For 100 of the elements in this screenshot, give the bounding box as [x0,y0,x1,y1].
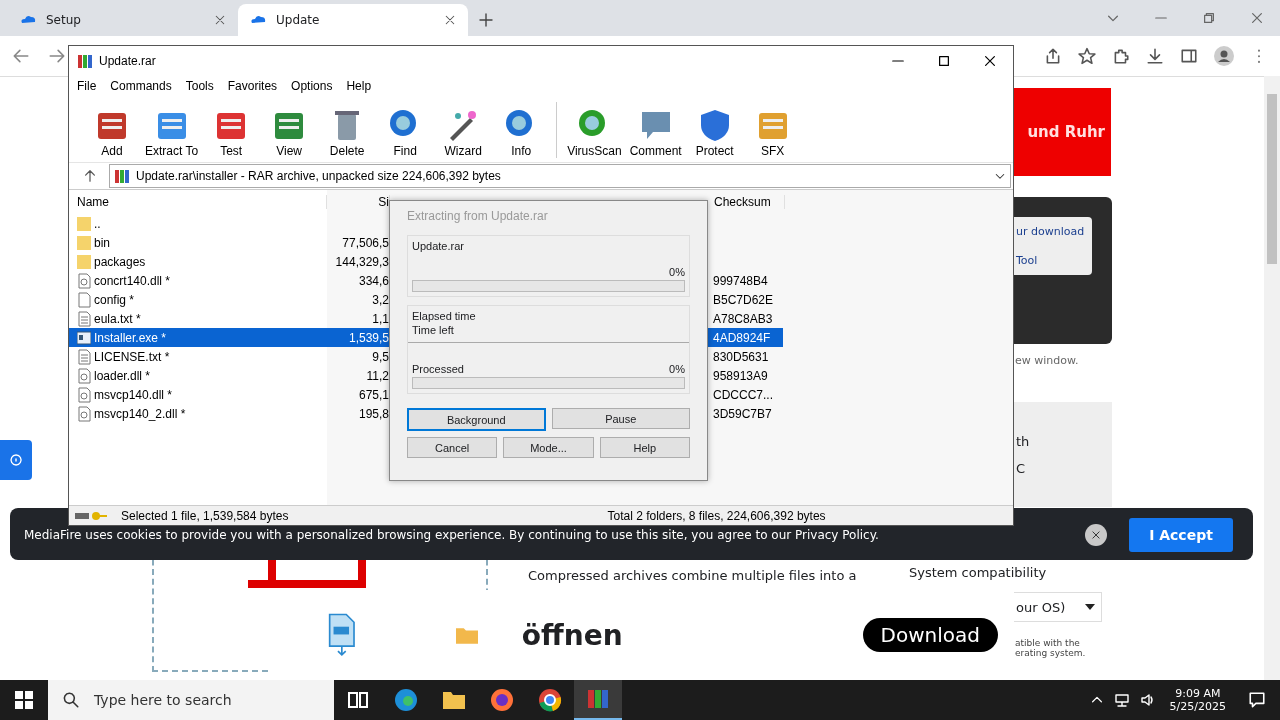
new-tab-icon[interactable] [478,12,494,28]
file-row[interactable]: msvcp140.dll * 675,1 [69,385,389,404]
toolbar-button[interactable]: Wizard [434,108,493,158]
file-size: 9,5 [372,349,389,364]
file-row[interactable]: loader.dll * 11,2 [69,366,389,385]
toolbar-button[interactable]: Extract To [141,108,203,158]
target-icon [8,452,24,468]
caret-icon [1085,604,1096,610]
file-name: msvcp140_2.dll * [94,406,186,421]
download-icon[interactable] [1146,47,1164,65]
toolbar-button[interactable]: Info [492,108,551,158]
dialog-button[interactable]: Mode... [503,437,594,458]
accept-button[interactable]: I Accept [1129,518,1233,552]
toolbar-button[interactable]: Delete [318,108,377,158]
checksum-text: 999748B4 [713,273,768,288]
checksum-text: 3D59C7B7 [713,406,772,421]
file-size: 1,1 [372,311,389,326]
menu-item[interactable]: Tools [185,79,214,93]
back-icon[interactable] [12,47,30,65]
dialog-button[interactable]: Help [599,437,690,458]
dialog-button[interactable]: Pause [551,408,690,429]
file-row[interactable]: eula.txt * 1,1 [69,309,389,328]
time-label: Time left [412,324,455,336]
close-icon[interactable] [983,54,997,68]
menu-item[interactable]: Commands [110,79,172,93]
window-icon [77,329,91,346]
search-field[interactable]: Type here to search [48,680,334,720]
browser-tab[interactable]: Update [238,4,468,36]
download-link[interactable]: Tool [1014,246,1038,275]
sidebar-label: System compatibility [909,565,1047,580]
file-size: 77,506,5 [342,235,389,250]
star-icon[interactable] [1078,47,1096,65]
file-size: 675,1 [358,387,389,402]
puzzle-icon[interactable] [1112,47,1130,65]
dialog-button[interactable]: Cancel [407,437,498,458]
clock-date: 5/25/2025 [1169,700,1226,713]
dialog-button[interactable]: Background [407,408,546,431]
file-row[interactable]: config * 3,2 [69,290,389,309]
edge-icon[interactable] [394,688,418,712]
hint-text: erating system. [1015,648,1086,658]
menu-item[interactable]: Help [346,79,372,93]
up-arrow-icon[interactable] [83,169,97,183]
restore-icon[interactable] [1202,11,1216,25]
time-label: Elapsed time [412,310,477,322]
notification-icon[interactable] [1248,691,1266,709]
article-text: Compressed archives combine multiple files into a [528,568,857,583]
file-name: Installer.exe * [94,330,167,345]
download-button[interactable]: Download [862,618,998,652]
file-size: 334,6 [358,273,389,288]
close-button[interactable] [1085,524,1107,546]
file-row[interactable]: LICENSE.txt * 9,5 [69,347,389,366]
file-row[interactable]: concrt140.dll * 334,6 [69,271,389,290]
toolbar-button[interactable]: VirusScan [563,108,626,158]
chrome-icon[interactable] [538,688,562,712]
share-icon[interactable] [1044,47,1062,65]
menu-item[interactable]: Favorites [227,79,278,93]
file-row[interactable]: msvcp140_2.dll * 195,8 [69,404,389,423]
download-link[interactable]: ur download [1014,217,1085,246]
menu-item[interactable]: File [77,79,97,93]
file-row[interactable]: bin 77,506,5 [69,233,389,252]
forward-icon[interactable] [48,47,66,65]
sidebar-icon[interactable] [1180,47,1198,65]
maximize-icon[interactable] [937,54,951,68]
menu-item[interactable]: Options [291,79,333,93]
gear-file-icon [77,386,91,403]
file-name: msvcp140.dll * [94,387,173,402]
ad-title: öffnen [521,618,623,652]
toolbar-button[interactable]: Test [202,108,261,158]
toolbar-button[interactable]: Add [83,108,141,158]
network-icon[interactable] [1113,692,1130,708]
toolbar-button[interactable]: SFX [743,108,802,158]
status-text: Selected 1 file, 1,539,584 bytes [121,508,289,523]
percent-text: 0% [669,363,685,375]
text-file-icon [77,348,91,365]
note-text: ew window. [1015,354,1079,367]
file-row[interactable]: .. [69,214,389,233]
column-header[interactable]: Name [69,195,327,209]
browser-tab[interactable]: Setup [8,4,238,36]
toolbar-button[interactable]: Protect [685,108,744,158]
path-field[interactable]: Update.rar\installer - RAR archive, unpacked size 224,606,392 bytes [109,164,1011,188]
percent-text: 0% [669,266,685,278]
dialog-title: Extracting from Update.rar [407,209,549,223]
file-icon [77,291,91,308]
windows-icon[interactable] [15,691,33,709]
avatar-icon[interactable] [1214,46,1234,66]
speaker-icon[interactable] [1139,692,1156,708]
file-row[interactable]: Installer.exe * 1,539,5 [69,328,389,347]
toolbar-button[interactable]: View [260,108,319,158]
firefox-icon[interactable] [490,688,514,712]
drive-key-icon [75,510,107,521]
toolbar-button[interactable]: Comment [625,108,686,158]
checksum-text: A78C8AB3 [713,311,773,326]
clock-time: 9:09 AM [1175,687,1221,700]
hint-text: atible with the [1015,638,1081,648]
ad-banner[interactable]: und Ruhr [1014,88,1111,176]
scrollbar[interactable] [1264,76,1280,680]
floating-button[interactable] [0,440,32,480]
file-row[interactable]: packages 144,329,3 [69,252,389,271]
os-select[interactable]: our OS) [1014,592,1102,622]
toolbar-button[interactable]: Find [376,108,435,158]
